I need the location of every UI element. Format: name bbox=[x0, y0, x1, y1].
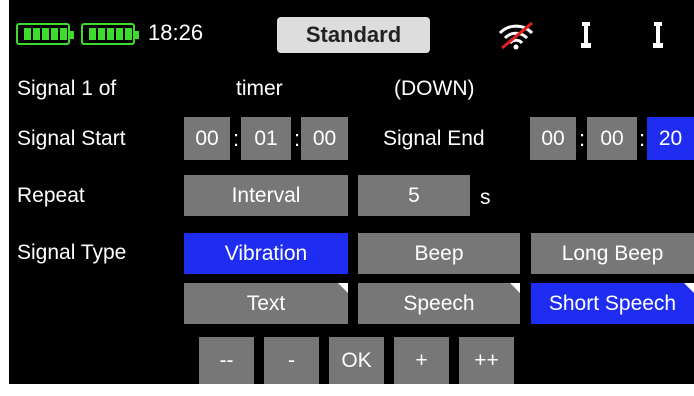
decrement-button[interactable]: - bbox=[264, 337, 319, 384]
increment-large-button[interactable]: ++ bbox=[459, 337, 514, 384]
time-separator: : bbox=[233, 126, 240, 151]
vibration-button[interactable]: Vibration bbox=[184, 233, 348, 274]
repeat-count-field[interactable]: 5 bbox=[358, 175, 470, 216]
signal-type-label: Signal Type bbox=[17, 241, 127, 264]
screen-bezel bbox=[0, 384, 694, 396]
long-beep-button[interactable]: Long Beep bbox=[531, 233, 694, 274]
switch-icon bbox=[653, 22, 663, 48]
time-separator: : bbox=[294, 126, 301, 151]
signal-end-label: Signal End bbox=[383, 127, 485, 150]
repeat-mode-button[interactable]: Interval bbox=[184, 175, 348, 216]
wifi-off-icon bbox=[498, 21, 534, 50]
repeat-label: Repeat bbox=[17, 184, 85, 207]
text-button[interactable]: Text bbox=[184, 283, 348, 324]
decrement-large-button[interactable]: -- bbox=[199, 337, 254, 384]
receiver-battery-icon bbox=[81, 23, 139, 45]
status-bar: 18:26 Standard bbox=[9, 14, 694, 56]
screen-bezel bbox=[0, 0, 9, 396]
time-separator: : bbox=[639, 126, 646, 151]
start-hours-field[interactable]: 00 bbox=[184, 117, 230, 160]
signal-start-label: Signal Start bbox=[17, 127, 126, 150]
ok-button[interactable]: OK bbox=[329, 337, 384, 384]
device-screen: 18:26 Standard Signal 1 of timer (DOWN) … bbox=[0, 0, 694, 396]
start-minutes-field[interactable]: 01 bbox=[241, 117, 291, 160]
transmitter-battery-icon bbox=[16, 23, 74, 45]
time-separator: : bbox=[579, 126, 586, 151]
short-speech-button[interactable]: Short Speech bbox=[531, 283, 694, 324]
end-seconds-field[interactable]: 20 bbox=[647, 117, 694, 160]
signal-source-value[interactable]: timer bbox=[236, 77, 283, 101]
repeat-unit-label: s bbox=[480, 186, 491, 209]
clock: 18:26 bbox=[148, 20, 204, 45]
end-hours-field[interactable]: 00 bbox=[530, 117, 576, 160]
switch-icon bbox=[581, 22, 591, 48]
mode-tab[interactable]: Standard bbox=[277, 17, 430, 53]
beep-button[interactable]: Beep bbox=[358, 233, 520, 274]
start-seconds-field[interactable]: 00 bbox=[301, 117, 348, 160]
increment-button[interactable]: + bbox=[394, 337, 449, 384]
signal-index-label: Signal 1 of bbox=[17, 77, 117, 100]
end-minutes-field[interactable]: 00 bbox=[587, 117, 637, 160]
timer-direction-value: (DOWN) bbox=[394, 77, 475, 100]
speech-button[interactable]: Speech bbox=[358, 283, 520, 324]
